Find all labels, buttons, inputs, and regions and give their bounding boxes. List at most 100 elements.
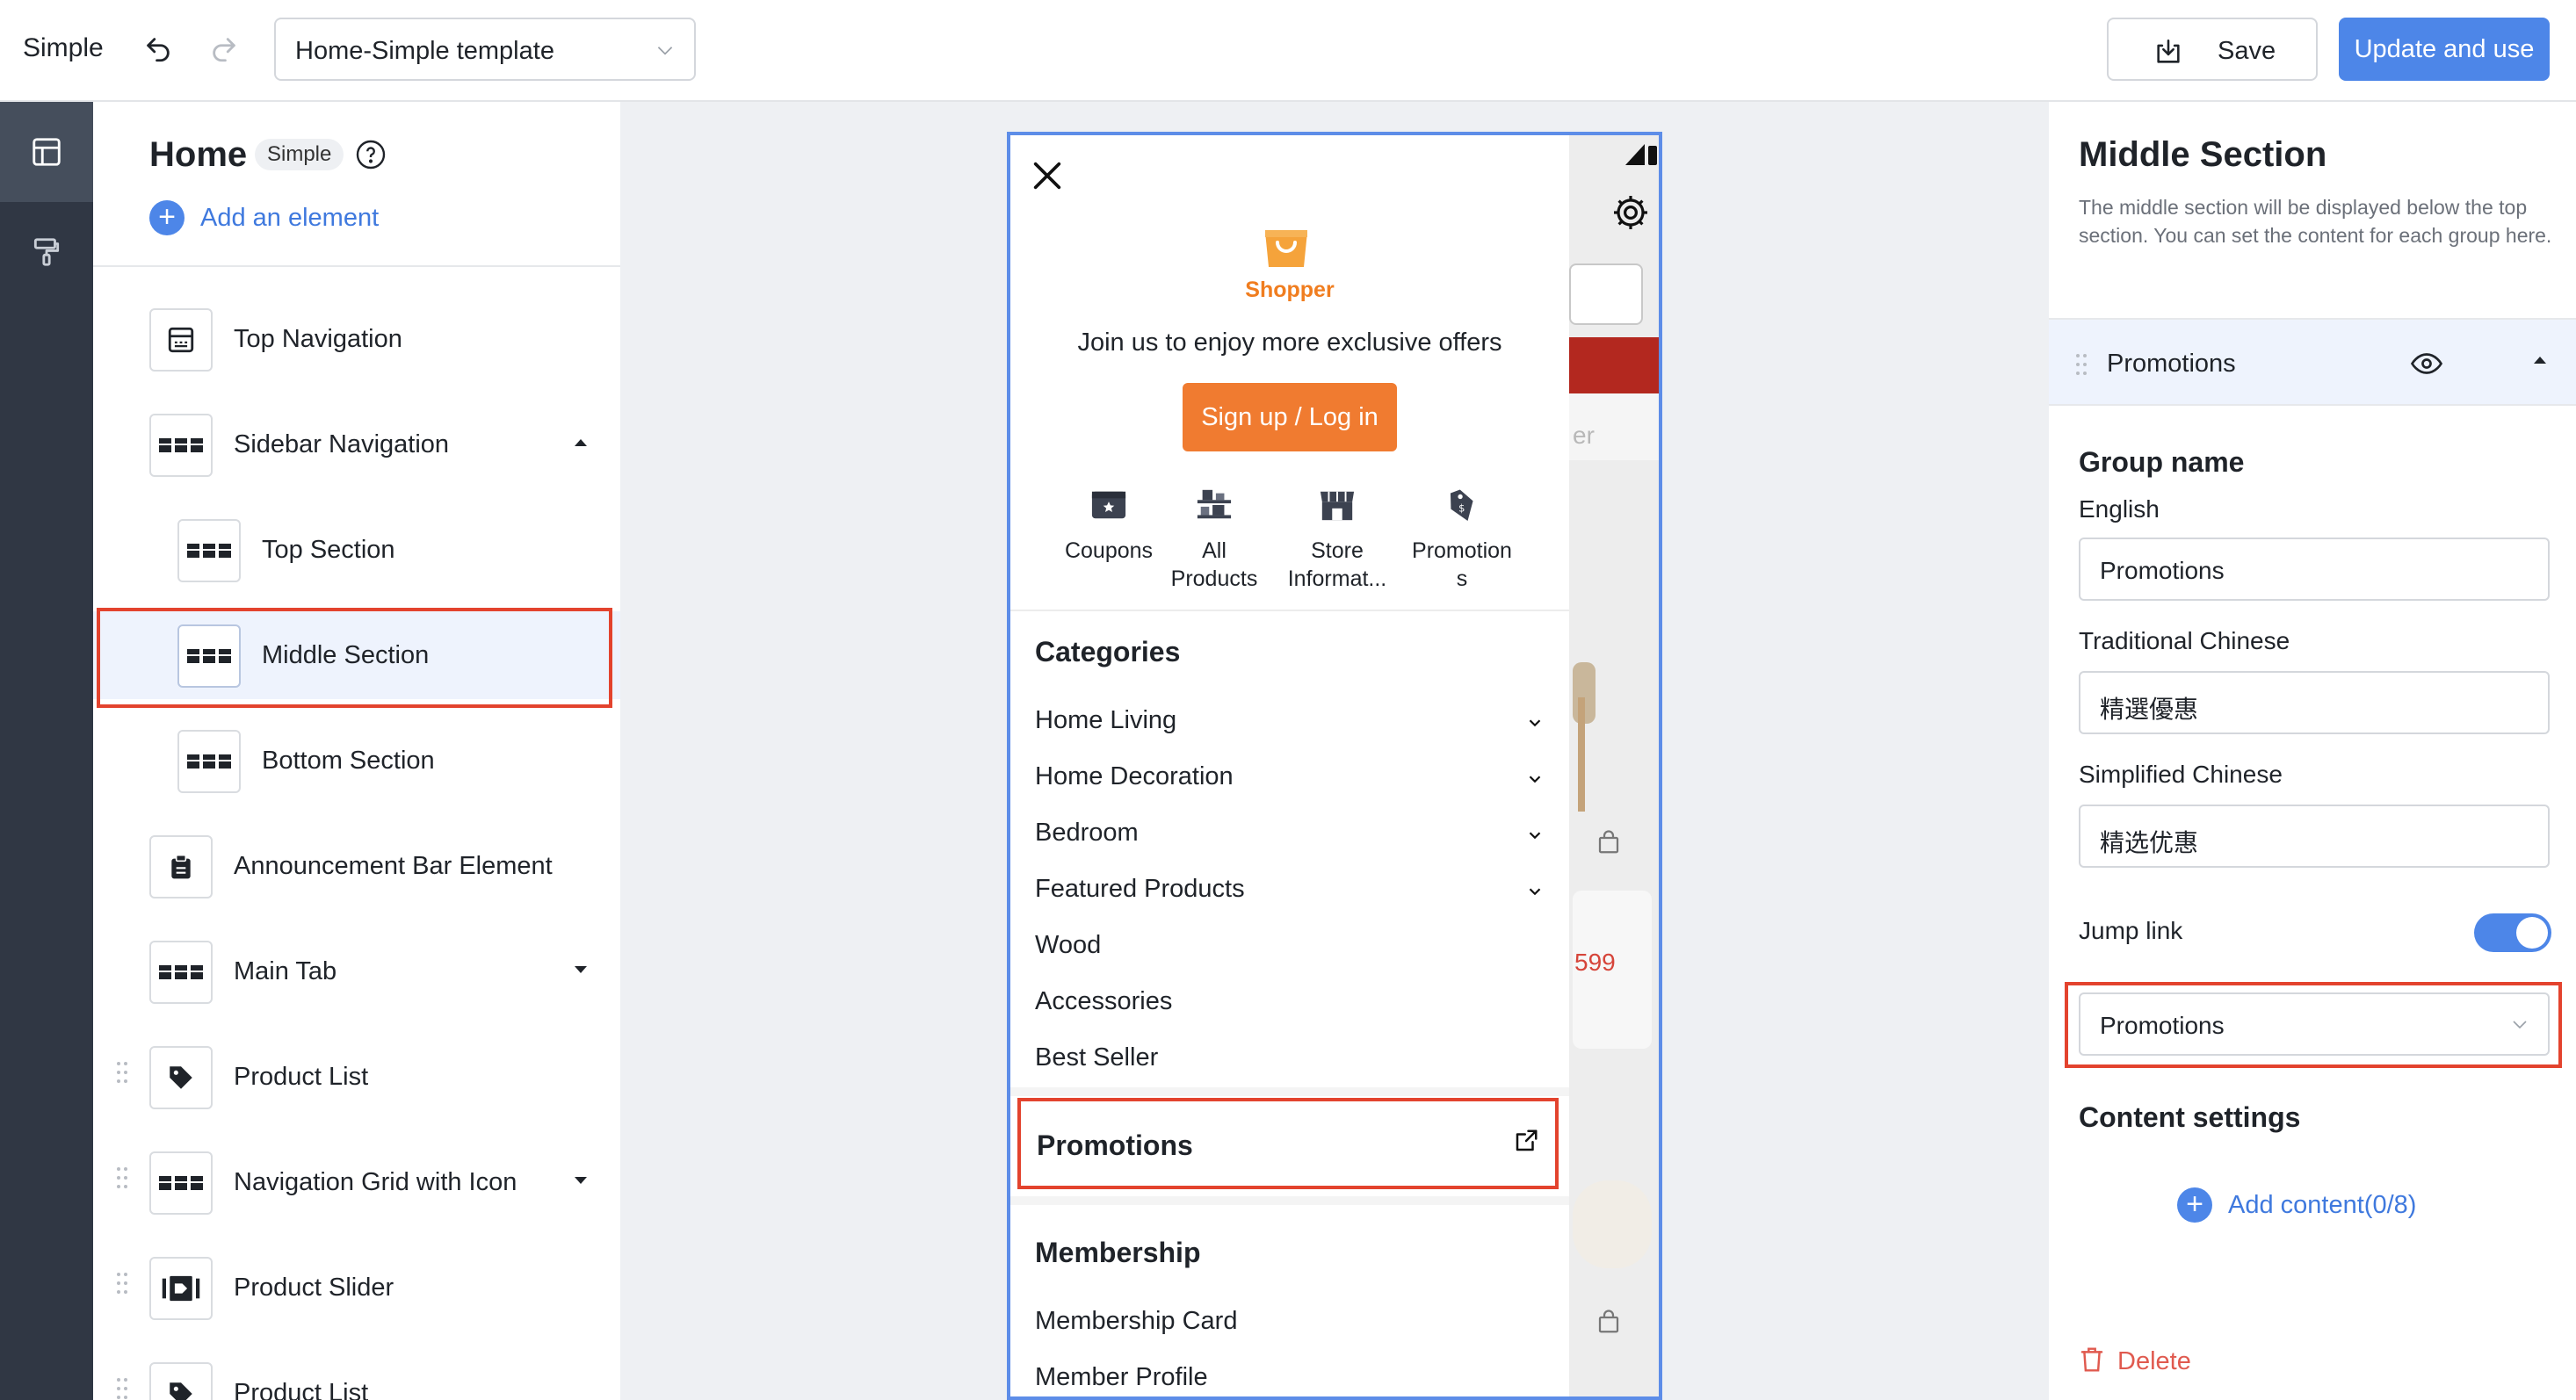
component-label: Top Section: [262, 536, 395, 564]
component-label: Navigation Grid with Icon: [234, 1168, 517, 1196]
caret-up-icon[interactable]: [575, 439, 587, 446]
simplified-chinese-name-input[interactable]: 精选优惠: [2079, 805, 2550, 868]
coupon-icon: [1047, 487, 1170, 528]
drag-handle-icon[interactable]: [116, 1061, 128, 1088]
component-label: Middle Section: [262, 641, 430, 669]
add-element-button[interactable]: + Add an element: [149, 200, 379, 235]
promotions-group[interactable]: Promotions: [1017, 1098, 1559, 1189]
drag-handle-icon[interactable]: [116, 1166, 128, 1194]
component-top-section[interactable]: Top Section: [93, 506, 620, 594]
category-item[interactable]: Featured Products: [1035, 875, 1545, 910]
english-name-input[interactable]: Promotions: [2079, 538, 2550, 601]
input-value: 精选优惠: [2100, 829, 2199, 856]
category-item[interactable]: Bedroom: [1035, 819, 1545, 854]
paint-roller-icon[interactable]: [0, 202, 93, 302]
price-tag-icon: $: [1400, 487, 1523, 528]
jump-link-toggle[interactable]: [2474, 913, 2551, 952]
delete-label: Delete: [2117, 1347, 2191, 1375]
quick-link-label-line1: All: [1202, 538, 1226, 563]
component-product-list-2[interactable]: Product List: [93, 1349, 620, 1400]
category-item[interactable]: Home Living: [1035, 706, 1545, 741]
component-sidebar-navigation[interactable]: Sidebar Navigation: [93, 401, 620, 488]
jump-link-label: Jump link: [2079, 917, 2183, 944]
membership-item[interactable]: Membership Card: [1035, 1307, 1545, 1342]
membership-item[interactable]: Member Profile: [1035, 1363, 1545, 1396]
caret-up-icon[interactable]: [2534, 357, 2546, 364]
category-item[interactable]: Accessories: [1035, 987, 1545, 1022]
phone-preview: er 599 Shopper Join us to enjoy more exc…: [1007, 132, 1662, 1400]
undo-icon[interactable]: [141, 32, 176, 67]
category-label: Featured Products: [1035, 875, 1245, 903]
traditional-chinese-name-input[interactable]: 精選優惠: [2079, 671, 2550, 734]
category-label: Best Seller: [1035, 1043, 1159, 1072]
group-header[interactable]: Promotions: [2049, 318, 2576, 406]
component-panel: Home Simple + Add an element Top Navigat…: [93, 102, 620, 1400]
category-item[interactable]: Best Seller: [1035, 1043, 1545, 1079]
trash-icon: [2079, 1346, 2105, 1378]
download-icon: [2153, 37, 2184, 71]
brand-name: Shopper: [1245, 278, 1335, 302]
chevron-down-icon: [1525, 713, 1545, 737]
divider: [93, 265, 620, 267]
update-and-use-button[interactable]: Update and use: [2339, 18, 2550, 81]
group-name-title: Group name: [2079, 446, 2245, 478]
caret-down-icon[interactable]: [575, 966, 587, 973]
template-select[interactable]: Home-Simple template: [274, 18, 696, 81]
drag-handle-icon[interactable]: [116, 1377, 128, 1400]
category-item[interactable]: Wood: [1035, 931, 1545, 966]
input-value: 精選優惠: [2100, 696, 2199, 723]
shopping-bag-icon: [1596, 829, 1622, 860]
membership-label: Member Profile: [1035, 1363, 1208, 1391]
preview-canvas: er 599 Shopper Join us to enjoy more exc…: [620, 102, 2049, 1400]
layout-icon[interactable]: [0, 102, 93, 202]
background-product-image: [1578, 697, 1585, 812]
drag-handle-icon[interactable]: [2075, 353, 2088, 380]
help-icon[interactable]: [355, 139, 387, 175]
caret-down-icon[interactable]: [575, 1177, 587, 1184]
tag-icon: [149, 1046, 213, 1109]
redo-icon[interactable]: [206, 32, 242, 67]
plus-icon: +: [2177, 1187, 2212, 1223]
chevron-down-icon: [1525, 882, 1545, 906]
component-announcement-bar[interactable]: Announcement Bar Element: [93, 822, 620, 910]
quick-link-store-information[interactable]: Store Informat...: [1276, 487, 1399, 593]
component-middle-section[interactable]: Middle Section: [93, 611, 620, 699]
input-value: Promotions: [2100, 557, 2225, 584]
add-content-button[interactable]: + Add content(0/8): [2177, 1187, 2416, 1223]
eye-icon[interactable]: [2410, 351, 2443, 380]
shelf-icon: [1153, 487, 1276, 528]
quick-link-promotions[interactable]: $ Promotion s: [1400, 487, 1523, 593]
app-name: Simple: [23, 33, 104, 62]
grid-row-icon: [177, 519, 241, 582]
close-icon[interactable]: [1030, 158, 1065, 198]
svg-text:$: $: [1458, 502, 1465, 515]
settings-description: The middle section will be displayed bel…: [2079, 196, 2552, 247]
component-label: Top Navigation: [234, 325, 402, 353]
component-product-list[interactable]: Product List: [93, 1033, 620, 1121]
component-top-navigation[interactable]: Top Navigation: [93, 295, 620, 383]
signup-login-button[interactable]: Sign up / Log in: [1183, 383, 1397, 451]
category-item[interactable]: Home Decoration: [1035, 762, 1545, 797]
grid-row-icon: [149, 941, 213, 1004]
chevron-down-icon: [654, 39, 677, 66]
delete-button[interactable]: Delete: [2079, 1346, 2191, 1378]
background-search-box: [1569, 263, 1643, 325]
component-label: Product List: [234, 1379, 369, 1400]
categories-title: Categories: [1035, 636, 1181, 668]
component-product-slider[interactable]: Product Slider: [93, 1244, 620, 1331]
save-button[interactable]: Save: [2107, 18, 2318, 81]
component-bottom-section[interactable]: Bottom Section: [93, 717, 620, 805]
grid-row-icon: [177, 624, 241, 688]
category-label: Accessories: [1035, 987, 1173, 1015]
jump-link-select[interactable]: Promotions: [2079, 992, 2550, 1056]
promotions-label: Promotions: [1037, 1129, 1193, 1161]
drag-handle-icon[interactable]: [116, 1272, 128, 1299]
quick-link-coupons[interactable]: Coupons: [1047, 487, 1170, 565]
component-main-tab[interactable]: Main Tab: [93, 927, 620, 1015]
quick-link-all-products[interactable]: All Products: [1153, 487, 1276, 593]
page-title: Home: [149, 135, 248, 174]
component-navigation-grid[interactable]: Navigation Grid with Icon: [93, 1138, 620, 1226]
quick-link-label-line2: Informat...: [1287, 566, 1387, 591]
chevron-down-icon: [1525, 769, 1545, 793]
component-label: Announcement Bar Element: [234, 852, 553, 880]
